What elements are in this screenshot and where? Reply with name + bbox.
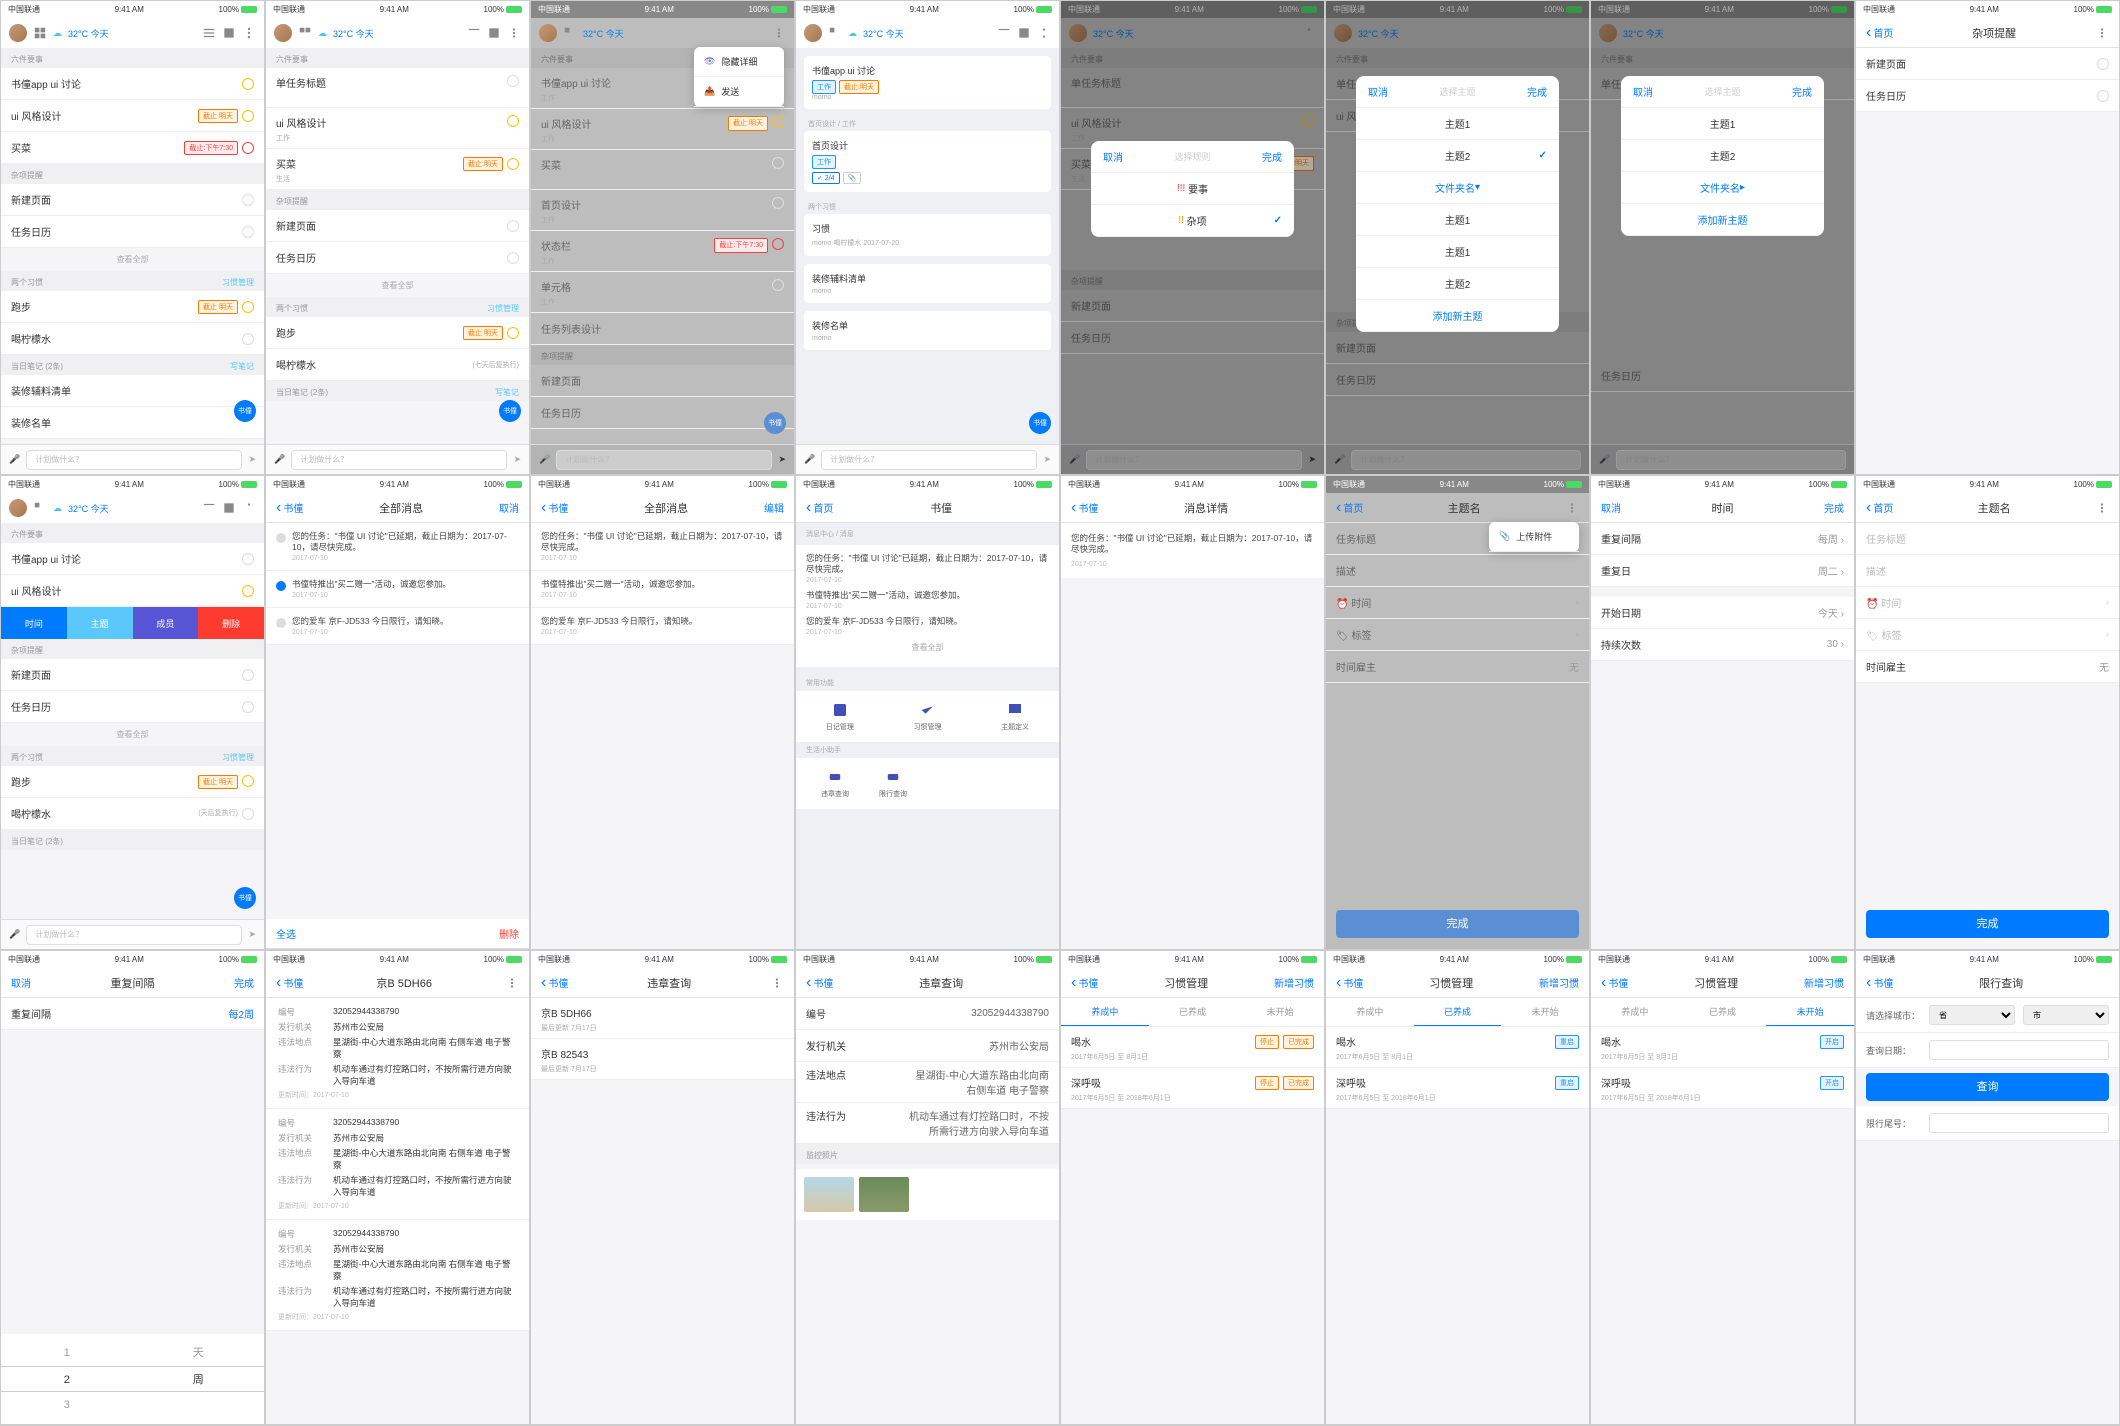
rep-row[interactable]: 重复间隔每周 › (1591, 523, 1854, 555)
evidence-img[interactable] (804, 1177, 854, 1212)
q-diary[interactable]: 日记管理 (826, 701, 854, 732)
s-time: 中国联通9:41 AM100% 取消时间完成 重复间隔每周 › 重复日周二 › … (1590, 475, 1855, 950)
done-btn[interactable]: 完成 (1336, 910, 1579, 938)
selall-btn[interactable]: 全选 (276, 926, 296, 941)
cancel-btn[interactable]: 取消 (1601, 500, 1621, 515)
s-topic-dim: 中国联通9:41 AM100% 首页主题名 任务标题 描述 ⏰ 时间› 🏷 标签… (1325, 475, 1590, 950)
fab-shu[interactable]: 书僮 (234, 400, 256, 422)
s-cards: 中国联通9:41 AM100% ☁32°C 今天 书僮app ui 讨论工作截止… (795, 0, 1060, 475)
s-modal-topics-2: 中国联通9:41 AM100% 32°C 今天 六件要事 单任务标题 任务日历 … (1590, 0, 1855, 475)
s-popover: 中国联通9:41 AM100% 32°C 今天 六件要事 书僮app ui 讨论… (530, 0, 795, 475)
upload-btn[interactable]: 📎上传附件 (1489, 522, 1579, 552)
swipe-actions: 时间主题成员删除 (1, 607, 264, 639)
s-restriction: 中国联通9:41 AM100% 书僮限行查询 请选择城市：省市 查询日期： 查询… (1855, 950, 2120, 1425)
send-icon[interactable]: ➤ (248, 454, 256, 465)
new-habit-btn[interactable]: 新增习惯 (1274, 975, 1314, 990)
rule-opt[interactable]: !! 杂项 (1091, 205, 1294, 237)
s-shu-hub: 中国联通9:41 AM100% 首页书僮 消息中心 / 消息 您的任务："书僮 … (795, 475, 1060, 950)
s-misc-list: 中国联通9:41 AM100% 首页杂项提醒 新建页面 任务日历 (1855, 0, 2120, 475)
task-row[interactable]: 书僮app ui 讨论 (1, 68, 264, 100)
list-row[interactable]: 装修名单 (1, 407, 264, 439)
s-car-list: 中国联通9:41 AM100% 书僮京B 5DH66 编号32052944338… (265, 950, 530, 1425)
six-header: 六件要事 (1, 48, 264, 68)
list-icon[interactable] (202, 26, 216, 40)
s-habit-2: 中国联通9:41 AM100% 书僮习惯管理新增习惯 养成中已养成未开始 喝水重… (1325, 950, 1590, 1425)
mic-icon[interactable]: 🎤 (9, 454, 20, 465)
done-btn[interactable]: 完成 (1824, 500, 1844, 515)
s-home-2: 中国联通9:41 AM100% ☁32°C 今天 六件要事 单任务标题 ui 风… (265, 0, 530, 475)
q-restrict[interactable]: 限行查询 (879, 768, 907, 799)
task-row[interactable]: 买菜截止:下午7:30 (1, 132, 264, 164)
popover-menu: 👁隐藏详细 📤发送 (694, 47, 784, 107)
habit-row[interactable]: 喝柠檬水 (1, 323, 264, 355)
done-btn[interactable]: 完成 (1262, 149, 1282, 164)
sw-topic[interactable]: 主题 (67, 607, 133, 639)
habit-row[interactable]: 跑步截止 明天 (1, 291, 264, 323)
evidence-img[interactable] (859, 1177, 909, 1212)
query-btn[interactable]: 查询 (1866, 1073, 2109, 1101)
s-swipe: 中国联通9:41 AM100% ☁32°C 今天 六件要事 书僮app ui 讨… (0, 475, 265, 950)
s-msg-detail: 中国联通9:41 AM100% 书僮消息详情 您的任务："书僮 UI 讨论"已延… (1060, 475, 1325, 950)
q-habit[interactable]: 习惯管理 (913, 701, 941, 732)
s-topic-form: 中国联通9:41 AM100% 首页主题名 任务标题 描述 ⏰ 时间› 🏷 标签… (1855, 475, 2120, 950)
s-home-1: 中国联通9:41 AM100% ☁32°C 今天 六件要事 书僮app ui 讨… (0, 0, 265, 475)
list-row[interactable]: 装修辅料清单 (1, 375, 264, 407)
msg-row[interactable]: 您的任务："书僮 UI 讨论"已延期，截止日期为：2017-07-10，请尽快完… (266, 523, 529, 571)
s-repeat: 中国联通9:41 AM100% 取消重复间隔完成 重复间隔每2周 123 天周 (0, 950, 265, 1425)
city-select[interactable]: 市 (2023, 1005, 2109, 1025)
avatar[interactable] (9, 24, 27, 42)
rule-opt[interactable]: !!! 要事 (1091, 173, 1294, 205)
s-messages: 中国联通9:41 AM100% 书僮全部消息取消 您的任务："书僮 UI 讨论"… (265, 475, 530, 950)
s-messages-2: 中国联通9:41 AM100% 书僮全部消息编辑 您的任务："书僮 UI 讨论"… (530, 475, 795, 950)
s-plates: 中国联通9:41 AM100% 书僮违章查询 京B 5DH66最后更新 7月17… (530, 950, 795, 1425)
more-icon[interactable] (2095, 26, 2109, 40)
main-header: ☁32°C 今天 (1, 18, 264, 48)
upload-popover: 📎上传附件 (1489, 522, 1579, 552)
edit-btn[interactable]: 编辑 (764, 500, 784, 515)
s-habit-1: 中国联通9:41 AM100% 书僮习惯管理新增习惯 养成中已养成未开始 喝水停… (1060, 950, 1325, 1425)
date-input[interactable] (1929, 1040, 2109, 1060)
menu-send[interactable]: 📤发送 (694, 77, 784, 107)
sw-time[interactable]: 时间 (1, 607, 67, 639)
tab-forming[interactable]: 养成中 (1061, 998, 1149, 1026)
prov-select[interactable]: 省 (1929, 1005, 2015, 1025)
menu-hide[interactable]: 👁隐藏详细 (694, 47, 784, 77)
done-btn[interactable]: 完成 (1866, 910, 2109, 938)
q-topic[interactable]: 主题定义 (1001, 701, 1029, 732)
s-violation: 中国联通9:41 AM100% 书僮违章查询 编号32052944338790 … (795, 950, 1060, 1425)
task-row[interactable]: 新建页面 (1, 184, 264, 216)
task-row[interactable]: 任务日历 (1, 216, 264, 248)
sw-conv[interactable]: 成员 (133, 607, 199, 639)
s-modal-rules: 中国联通9:41 AM100% 32°C 今天 六件要事 单任务标题 ui 风格… (1060, 0, 1325, 475)
s-habit-3: 中国联通9:41 AM100% 书僮习惯管理新增习惯 养成中已养成未开始 喝水开… (1590, 950, 1855, 1425)
cancel-btn[interactable]: 取消 (499, 500, 519, 515)
s-modal-topics: 中国联通9:41 AM100% 32°C 今天 六件要事 单任务标题 ui 风格… (1325, 0, 1590, 475)
cancel-btn[interactable]: 取消 (1103, 149, 1123, 164)
picker[interactable]: 123 天周 (1, 1334, 264, 1424)
tail-input[interactable] (1929, 1113, 2109, 1133)
del-btn[interactable]: 删除 (499, 926, 519, 941)
task-row[interactable]: ui 风格设计截止 明天 (1, 100, 264, 132)
home-icon[interactable] (33, 26, 47, 40)
calendar-icon[interactable] (222, 26, 236, 40)
more-icon[interactable] (242, 26, 256, 40)
q-violation[interactable]: 违章查询 (821, 768, 849, 799)
back-btn[interactable]: 首页 (1866, 24, 1893, 42)
tab-done[interactable]: 已养成 (1149, 998, 1237, 1026)
sw-del[interactable]: 删除 (198, 607, 264, 639)
input-field[interactable]: 计划做什么？ (26, 450, 242, 470)
tab-notstart[interactable]: 未开始 (1236, 998, 1324, 1026)
